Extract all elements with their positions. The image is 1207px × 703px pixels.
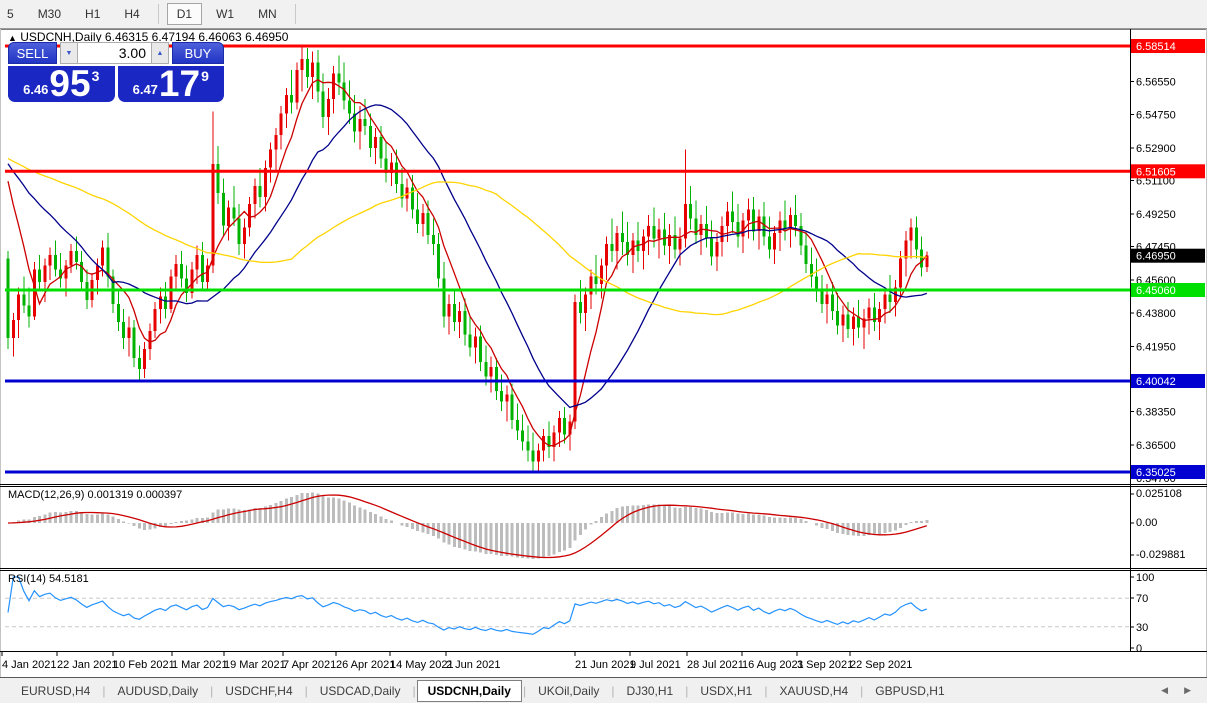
tab-separator: | <box>611 684 614 698</box>
svg-text:10 Feb 2021: 10 Feb 2021 <box>113 659 175 671</box>
sell-price-panel[interactable]: 6.46 95 3 <box>8 66 115 102</box>
svg-text:-0.029881: -0.029881 <box>1136 549 1186 561</box>
chart-tab-UKOil-Daily[interactable]: UKOil,Daily <box>527 680 610 702</box>
tab-separator: | <box>764 684 767 698</box>
one-click-trading-panel: SELL ▼ ▲ BUY 6.46 95 3 6.47 17 9 <box>8 42 224 102</box>
macd-label: MACD(12,26,9) 0.001319 0.000397 <box>8 489 182 501</box>
sell-price-big: 95 <box>49 67 90 101</box>
ma-fast-line <box>8 80 927 446</box>
svg-text:6.56550: 6.56550 <box>1136 77 1176 89</box>
volume-decrease-button[interactable]: ▼ <box>60 42 78 64</box>
svg-text:6.52900: 6.52900 <box>1136 143 1176 155</box>
volume-control: ▼ ▲ <box>60 42 169 64</box>
svg-text:7 Apr 2021: 7 Apr 2021 <box>283 659 336 671</box>
tab-scroll-controls: ◀ ▶ <box>1161 685 1207 696</box>
tab-separator: | <box>210 684 213 698</box>
svg-text:6.35025: 6.35025 <box>1136 467 1176 479</box>
svg-text:0.00: 0.00 <box>1136 517 1157 529</box>
svg-text:26 Apr 2021: 26 Apr 2021 <box>336 659 395 671</box>
chart-tabbar: EURUSD,H4|AUDUSD,Daily|USDCHF,H4|USDCAD,… <box>0 677 1207 703</box>
buy-price-big: 17 <box>159 67 200 101</box>
svg-text:1 Mar 2021: 1 Mar 2021 <box>172 659 228 671</box>
svg-text:22 Sep 2021: 22 Sep 2021 <box>850 659 912 671</box>
svg-text:6.38350: 6.38350 <box>1136 407 1176 419</box>
svg-text:22 Jan 2021: 22 Jan 2021 <box>57 659 118 671</box>
rsi-label: RSI(14) 54.5181 <box>8 573 89 585</box>
macd-panel: MACD(12,26,9) 0.001319 0.000397 0.025108 0… <box>8 488 1186 561</box>
svg-text:6.40042: 6.40042 <box>1136 376 1176 388</box>
svg-text:28 Jul 2021: 28 Jul 2021 <box>687 659 744 671</box>
chart-tab-GBPUSD-H1[interactable]: GBPUSD,H1 <box>864 680 955 702</box>
svg-text:3 Sep 2021: 3 Sep 2021 <box>797 659 853 671</box>
svg-text:16 Aug 2021: 16 Aug 2021 <box>742 659 804 671</box>
svg-text:30: 30 <box>1136 622 1148 634</box>
rsi-panel: RSI(14) 54.5181 100 70 30 0 <box>5 572 1154 655</box>
svg-text:6.58514: 6.58514 <box>1136 41 1176 53</box>
tab-scroll-left-icon[interactable]: ◀ <box>1161 685 1168 696</box>
buy-price-panel[interactable]: 6.47 17 9 <box>118 66 225 102</box>
svg-text:6.45060: 6.45060 <box>1136 285 1176 297</box>
tab-scroll-right-icon[interactable]: ▶ <box>1184 685 1191 696</box>
tab-separator: | <box>523 684 526 698</box>
svg-text:0.025108: 0.025108 <box>1136 488 1182 500</box>
svg-text:14 May 2021: 14 May 2021 <box>390 659 454 671</box>
tab-separator: | <box>860 684 863 698</box>
trade-panel-price-row: 6.46 95 3 6.47 17 9 <box>8 66 224 102</box>
chart-tab-EURUSD-H4[interactable]: EURUSD,H4 <box>10 680 101 702</box>
chart-tab-USDCAD-Daily[interactable]: USDCAD,Daily <box>309 680 412 702</box>
svg-text:6.36500: 6.36500 <box>1136 440 1176 452</box>
candles-layer <box>7 46 929 471</box>
svg-text:9 Jul 2021: 9 Jul 2021 <box>630 659 681 671</box>
chart-tabs: EURUSD,H4|AUDUSD,Daily|USDCHF,H4|USDCAD,… <box>0 678 956 703</box>
chart-tab-USDCHF-H4[interactable]: USDCHF,H4 <box>214 680 303 702</box>
svg-text:6.46950: 6.46950 <box>1136 251 1176 263</box>
chart-tab-USDX-H1[interactable]: USDX,H1 <box>689 680 763 702</box>
chart-canvas[interactable]: 6.565506.547506.529006.511006.492506.474… <box>0 0 1207 703</box>
tab-separator: | <box>685 684 688 698</box>
chart-tab-USDCNH-Daily[interactable]: USDCNH,Daily <box>417 680 522 702</box>
svg-text:21 Jun 2021: 21 Jun 2021 <box>575 659 636 671</box>
svg-text:6.41950: 6.41950 <box>1136 341 1176 353</box>
buy-button[interactable]: BUY <box>172 42 224 64</box>
tab-separator: | <box>412 684 415 698</box>
svg-text:6.43800: 6.43800 <box>1136 308 1176 320</box>
svg-text:6.54750: 6.54750 <box>1136 109 1176 121</box>
sell-price-small: 6.46 <box>23 82 48 97</box>
chart-tab-XAUUSD-H4[interactable]: XAUUSD,H4 <box>768 680 859 702</box>
svg-text:6.49250: 6.49250 <box>1136 209 1176 221</box>
tab-separator: | <box>102 684 105 698</box>
svg-text:6.51605: 6.51605 <box>1136 166 1176 178</box>
sell-button[interactable]: SELL <box>8 42 57 64</box>
volume-increase-button[interactable]: ▲ <box>151 42 169 64</box>
tab-separator: | <box>305 684 308 698</box>
svg-text:100: 100 <box>1136 572 1154 584</box>
rsi-line <box>8 577 927 634</box>
chart-tab-AUDUSD-Daily[interactable]: AUDUSD,Daily <box>106 680 209 702</box>
chart-tab-DJ30-H1[interactable]: DJ30,H1 <box>616 680 685 702</box>
svg-text:2 Jun 2021: 2 Jun 2021 <box>446 659 500 671</box>
sell-price-sup: 3 <box>92 68 100 84</box>
svg-text:0: 0 <box>1136 643 1142 655</box>
trade-panel-top-row: SELL ▼ ▲ BUY <box>8 42 224 64</box>
svg-text:70: 70 <box>1136 593 1148 605</box>
buy-price-small: 6.47 <box>133 82 158 97</box>
buy-price-sup: 9 <box>201 68 209 84</box>
svg-text:19 Mar 2021: 19 Mar 2021 <box>224 659 286 671</box>
date-axis: 4 Jan 202122 Jan 202110 Feb 20211 Mar 20… <box>2 652 912 671</box>
volume-input[interactable] <box>78 42 151 64</box>
svg-text:4 Jan 2021: 4 Jan 2021 <box>2 659 56 671</box>
